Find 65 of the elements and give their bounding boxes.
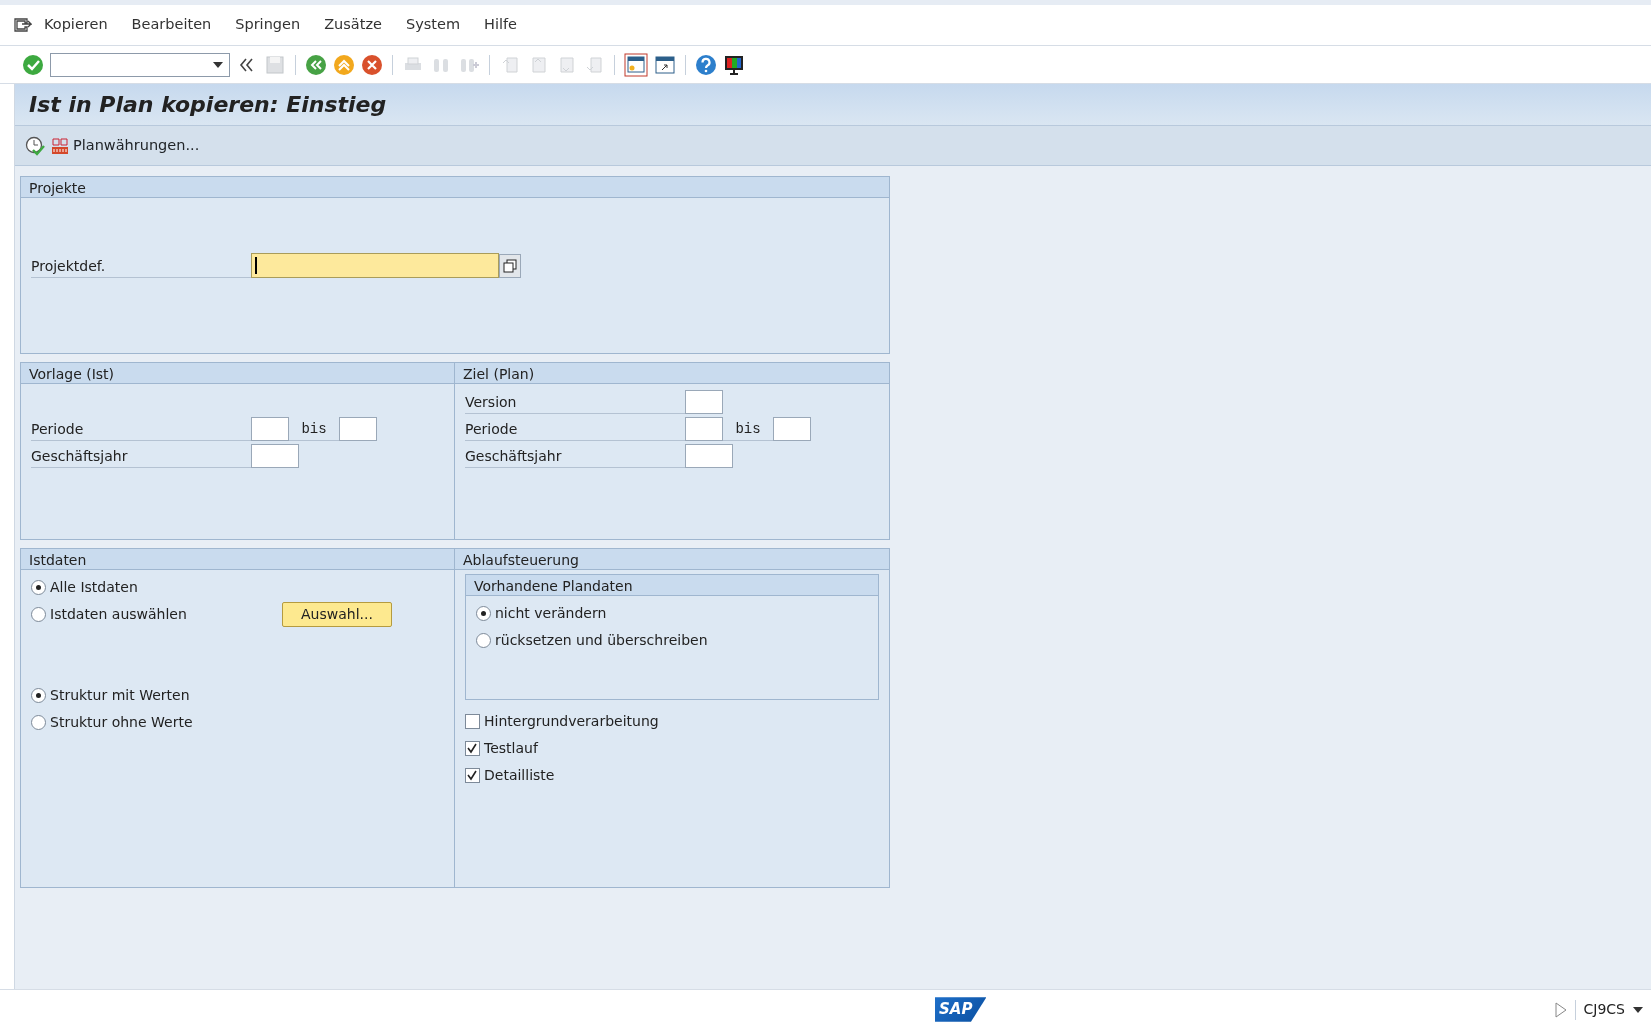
text-cursor (255, 257, 257, 274)
input-field[interactable] (685, 417, 723, 441)
dropdown-icon[interactable] (213, 61, 223, 68)
help-icon[interactable] (695, 53, 717, 76)
option-label: nicht verändern (495, 604, 607, 623)
input-field[interactable] (773, 417, 811, 441)
field-label: Periode (465, 416, 685, 441)
menu-item[interactable]: Springen (223, 14, 313, 36)
checkbox-label: Hintergrundverarbeitung (484, 712, 659, 731)
checkbox[interactable] (465, 768, 480, 783)
transaction-code: CJ9CS (1583, 1000, 1625, 1019)
window-icon[interactable] (654, 53, 676, 76)
radio-button[interactable] (31, 688, 46, 703)
menu-item[interactable]: Hilfe (472, 14, 529, 36)
input-field[interactable] (251, 444, 299, 468)
checkbox-label: Detailliste (484, 766, 555, 785)
field-label: Version (465, 389, 685, 414)
option-label: Alle Istdaten (50, 578, 138, 597)
menu-icon[interactable] (14, 17, 32, 33)
checkbox[interactable] (465, 714, 480, 729)
field-label: Projektdef. (31, 253, 251, 278)
checkbox[interactable] (465, 741, 480, 756)
option-label: Struktur ohne Werte (50, 713, 193, 732)
play-icon[interactable] (1554, 1001, 1567, 1018)
group-header: Vorlage (Ist) (21, 363, 454, 384)
group-header: Istdaten (21, 549, 454, 570)
field-label: Periode (31, 416, 251, 441)
window-icon[interactable] (624, 52, 648, 77)
currency-button[interactable]: Planwährungen... (51, 134, 200, 157)
dropdown-icon[interactable] (1633, 1006, 1643, 1013)
input-field[interactable] (251, 417, 289, 441)
group-header: Projekte (21, 177, 889, 198)
multiple-selection-icon[interactable] (499, 254, 521, 278)
input-field[interactable] (685, 444, 733, 468)
radio-button[interactable] (31, 715, 46, 730)
enter-icon[interactable] (22, 53, 44, 76)
input-field[interactable] (339, 417, 377, 441)
menu-item[interactable]: Bearbeiten (119, 14, 224, 36)
checkbox-label: Testlauf (484, 739, 538, 758)
back-icon[interactable] (305, 53, 327, 76)
exit-icon[interactable] (333, 53, 355, 76)
radio-button[interactable] (31, 607, 46, 622)
cancel-icon[interactable] (361, 53, 383, 76)
radio-button[interactable] (476, 633, 491, 648)
menu-item[interactable]: Zusätze (312, 14, 394, 36)
group-header: Ablaufsteuerung (455, 549, 889, 570)
menu-item[interactable]: Kopieren (32, 14, 120, 36)
field-label: Geschäftsjahr (465, 443, 685, 468)
command-field[interactable] (50, 52, 230, 77)
field-label: Geschäftsjahr (31, 443, 251, 468)
selection-button[interactable]: Auswahl... (282, 602, 392, 627)
monitor-icon[interactable] (723, 53, 745, 76)
radio-button[interactable] (476, 606, 491, 621)
logo: SAP (935, 997, 987, 1022)
screen-title: Ist in Plan kopieren: Einstieg (29, 91, 387, 119)
option-label: rücksetzen und überschreiben (495, 631, 708, 650)
option-label: Struktur mit Werten (50, 686, 190, 705)
option-label: Istdaten auswählen (50, 605, 188, 624)
group-header: Ziel (Plan) (455, 363, 889, 384)
group-header: Vorhandene Plandaten (466, 575, 878, 596)
input-field[interactable] (685, 390, 723, 414)
menu-item[interactable]: System (393, 14, 472, 36)
execute-icon[interactable] (25, 135, 45, 156)
input-field[interactable] (251, 253, 499, 278)
radio-button[interactable] (31, 580, 46, 595)
